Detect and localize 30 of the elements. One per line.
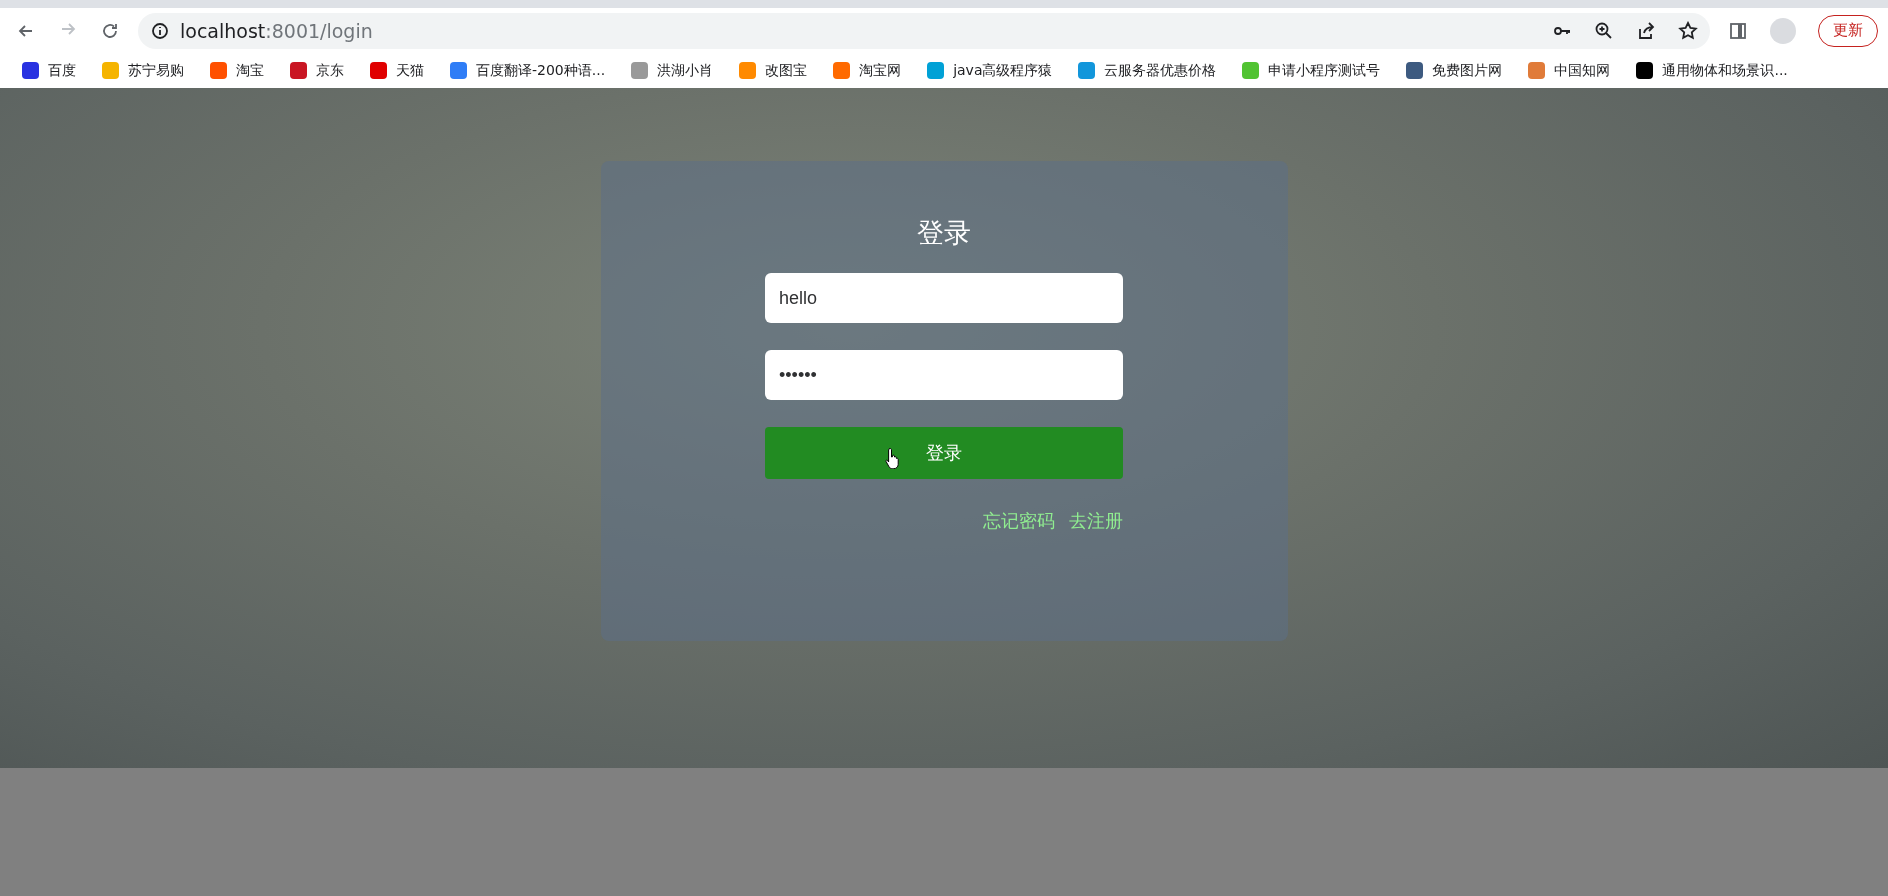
update-button[interactable]: 更新	[1818, 14, 1878, 47]
username-field[interactable]: hello	[765, 273, 1123, 323]
bookmark-link[interactable]: 云服务器优惠价格	[1074, 58, 1221, 83]
bookmark-link[interactable]: 百度	[18, 58, 80, 83]
star-icon[interactable]	[1678, 20, 1698, 41]
bookmark-link[interactable]: 天猫	[366, 58, 428, 83]
bookmark-link[interactable]: 中国知网	[1524, 58, 1615, 83]
login-title: 登录	[917, 216, 971, 250]
bookmark-link[interactable]: 淘宝	[206, 58, 268, 83]
bookmark-link[interactable]: 申请小程序测试号	[1238, 58, 1385, 83]
info-icon	[150, 20, 170, 41]
bookmark-link[interactable]: 苏宁易购	[98, 58, 188, 83]
bookmark-link[interactable]: 免费图片网	[1402, 58, 1507, 83]
url-text: localhost:8001/login	[180, 19, 373, 42]
hand-cursor-icon	[885, 447, 901, 469]
bookmark-link[interactable]: 改图宝	[735, 58, 812, 83]
bookmark-link[interactable]: 百度翻译-200种语...	[446, 58, 610, 83]
address-bar[interactable]: localhost:8001/login	[138, 12, 1710, 49]
text-link[interactable]: 去注册	[1069, 509, 1123, 533]
login-button[interactable]: 登录	[765, 427, 1123, 479]
bookmark-link[interactable]: 京东	[286, 58, 348, 83]
share-icon[interactable]	[1636, 20, 1656, 41]
bookmark-link[interactable]: 通用物体和场景识...	[1632, 58, 1792, 83]
bookmark-link[interactable]: java高级程序猿	[923, 58, 1057, 83]
side-panel-icon[interactable]	[1728, 20, 1748, 41]
bookmark-link[interactable]: 洪湖小肖	[627, 58, 718, 83]
password-field[interactable]: ••••••	[765, 350, 1123, 400]
zoom-icon[interactable]	[1594, 20, 1614, 41]
text-link[interactable]: 忘记密码	[983, 509, 1055, 533]
bookmark-link[interactable]: 淘宝网	[829, 58, 906, 83]
